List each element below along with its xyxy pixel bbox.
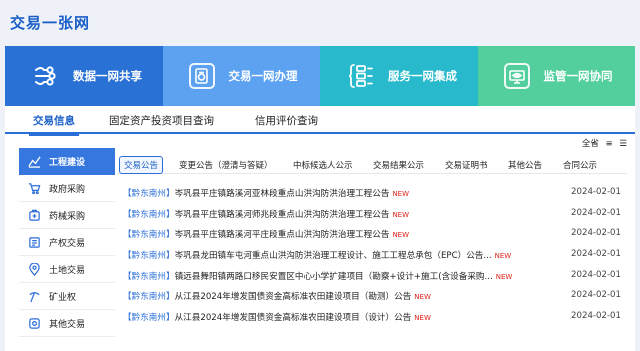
- service-tiles: 数据一网共享 交易一网办理 服务一网集成 监管一网协同: [5, 46, 635, 106]
- notice-list: 【黔东南州】岑巩县平庄镇路溪河亚林段重点山洪沟防洪治理工程公告 NEW 2024-…: [123, 187, 621, 332]
- tab-fixed-asset-query[interactable]: 固定资产投资项目查询: [109, 113, 214, 128]
- mining-icon: [27, 289, 41, 303]
- notice-date: 2024-02-01: [571, 290, 621, 301]
- notice-region: 【黔东南州】: [123, 230, 175, 241]
- notice-title[interactable]: 镇远县舞阳镇两路口移民安置区中心小学扩建项目（勘察+设计+施工(含设备采购...: [175, 272, 493, 282]
- sidebar-item-label: 工程建设: [49, 157, 86, 168]
- new-badge: NEW: [414, 314, 431, 323]
- tile-service[interactable]: 服务一网集成: [320, 46, 478, 106]
- tab-credit-query[interactable]: 信用评价查询: [255, 113, 318, 128]
- other-icon: [27, 316, 41, 330]
- document-icon: [188, 63, 215, 89]
- notice-title[interactable]: 岑巩县平庄镇路溪河平庄段重点山洪沟防洪治理工程公告: [175, 230, 390, 240]
- notice-type-tabs: 交易公告 变更公告（澄清与答疑） 中标候选人公示 交易结果公示 交易证明书 其他…: [117, 156, 627, 174]
- notice-region: 【黔东南州】: [123, 189, 175, 199]
- sidebar-item-label: 药械采购: [49, 211, 86, 222]
- notice-title[interactable]: 岑巩县平庄镇路溪河亚林段重点山洪沟防洪治理工程公告: [175, 189, 390, 199]
- tile-data-share[interactable]: 数据一网共享: [5, 46, 163, 106]
- notice-title[interactable]: 岑巩县龙田镇车屯河重点山洪沟防洪治理工程设计、施工工程总承包（EPC）公告...: [175, 251, 492, 261]
- notice-region: 【黔东南州】: [123, 292, 175, 303]
- subtab-result-notice[interactable]: 交易结果公示: [373, 159, 424, 171]
- notice-region: 【黔东南州】: [123, 209, 175, 220]
- sidebar-item-gov-procurement[interactable]: 政府采购: [19, 175, 115, 202]
- notice-region: 【黔东南州】: [123, 313, 175, 324]
- main-tabs: 交易信息 固定资产投资项目查询 信用评价查询: [5, 106, 635, 136]
- sidebar-item-land[interactable]: 土地交易: [19, 256, 115, 283]
- notice-date: 2024-02-01: [571, 207, 621, 218]
- page: 交易一张网 数据一网共享 交易一网办理 服务一网集成 监管一网协同 交易信息 固…: [0, 0, 640, 351]
- category-sidebar: 工程建设 政府采购 药械采购 产权交易 土地交易 矿业权 其他交易: [19, 148, 115, 337]
- notice-region: 【黔东南州】: [123, 251, 175, 262]
- new-badge: NEW: [495, 272, 513, 281]
- grid-view-icon[interactable]: ≡: [606, 139, 613, 149]
- subtab-change-notice[interactable]: 变更公告（澄清与答疑）: [179, 159, 273, 171]
- sidebar-item-property[interactable]: 产权交易: [19, 229, 115, 256]
- new-badge: NEW: [392, 210, 410, 219]
- list-view-icon[interactable]: ☰: [619, 139, 627, 149]
- sidebar-item-label: 土地交易: [49, 265, 86, 276]
- toolbar-utils: 全省 ≡ ☰: [578, 137, 627, 149]
- sidebar-item-other[interactable]: 其他交易: [19, 310, 115, 337]
- notice-date: 2024-02-01: [571, 249, 621, 260]
- new-badge: NEW: [414, 293, 431, 302]
- sidebar-item-label: 产权交易: [49, 238, 86, 249]
- notice-region: 【黔东南州】: [123, 271, 175, 282]
- chart-icon: [27, 154, 41, 168]
- list-item[interactable]: 【黔东南州】岑巩县龙田镇车屯河重点山洪沟防洪治理工程设计、施工工程总承包（EPC…: [123, 249, 621, 270]
- tile-label: 数据一网共享: [73, 69, 142, 83]
- list-item[interactable]: 【黔东南州】从江县2024年增发国债资金高标准农田建设项目（设计）公告 NEW 2…: [123, 311, 621, 332]
- integration-icon: [346, 61, 376, 91]
- cart-icon: [27, 181, 41, 195]
- data-share-icon: [31, 61, 61, 91]
- tile-label: 交易一网办理: [228, 69, 298, 83]
- list-item[interactable]: 【黔东南州】岑巩县平庄镇路溪河师兆段重点山洪沟防洪治理工程公告 NEW 2024-…: [123, 208, 621, 229]
- sidebar-item-construction[interactable]: 工程建设: [19, 148, 115, 175]
- subtab-candidate-notice[interactable]: 中标候选人公示: [293, 159, 353, 171]
- location-icon: [27, 262, 41, 276]
- property-icon: [27, 235, 41, 249]
- notice-date: 2024-02-01: [571, 187, 621, 197]
- notice-title[interactable]: 从江县2024年增发国债资金高标准农田建设项目（勘测）公告: [175, 292, 412, 302]
- tile-label: 监管一网协同: [543, 69, 613, 83]
- subtab-certificate[interactable]: 交易证明书: [445, 159, 488, 171]
- new-badge: NEW: [494, 252, 512, 261]
- tab-transaction-info[interactable]: 交易信息: [29, 113, 79, 136]
- list-item[interactable]: 【黔东南州】岑巩县平庄镇路溪河亚林段重点山洪沟防洪治理工程公告 NEW 2024-…: [123, 187, 621, 208]
- notice-title[interactable]: 从江县2024年增发国债资金高标准农田建设项目（设计）公告: [175, 313, 412, 323]
- subtab-other-notice[interactable]: 其他公告: [508, 159, 542, 171]
- monitor-icon: [503, 63, 530, 89]
- sidebar-item-label: 政府采购: [49, 184, 86, 195]
- list-item[interactable]: 【黔东南州】镇远县舞阳镇两路口移民安置区中心小学扩建项目（勘察+设计+施工(含设…: [123, 270, 621, 291]
- subtab-transaction-notice[interactable]: 交易公告: [119, 156, 164, 174]
- content-panel: 交易信息 固定资产投资项目查询 信用评价查询 全省 ≡ ☰ 工程建设 政府采购 …: [5, 106, 635, 351]
- all-province-filter[interactable]: 全省: [582, 139, 599, 149]
- medicine-icon: [27, 208, 41, 222]
- notice-date: 2024-02-01: [571, 228, 621, 239]
- sidebar-item-label: 其他交易: [49, 319, 86, 330]
- sidebar-item-label: 矿业权: [49, 292, 77, 303]
- new-badge: NEW: [392, 231, 410, 240]
- site-title: 交易一张网: [10, 14, 91, 32]
- notice-title[interactable]: 岑巩县平庄镇路溪河师兆段重点山洪沟防洪治理工程公告: [175, 210, 390, 220]
- subtab-contract-notice[interactable]: 合同公示: [563, 159, 597, 171]
- notice-date: 2024-02-01: [571, 311, 621, 322]
- notice-date: 2024-02-01: [571, 269, 621, 280]
- tile-supervision[interactable]: 监管一网协同: [477, 46, 635, 106]
- new-badge: NEW: [392, 190, 410, 198]
- list-item[interactable]: 【黔东南州】岑巩县平庄镇路溪河平庄段重点山洪沟防洪治理工程公告 NEW 2024-…: [123, 228, 621, 249]
- tile-label: 服务一网集成: [388, 69, 457, 83]
- list-item[interactable]: 【黔东南州】从江县2024年增发国债资金高标准农田建设项目（勘测）公告 NEW 2…: [123, 290, 621, 311]
- tile-transaction[interactable]: 交易一网办理: [162, 46, 320, 106]
- sidebar-item-medicine[interactable]: 药械采购: [19, 202, 115, 229]
- sidebar-item-mining[interactable]: 矿业权: [19, 283, 115, 310]
